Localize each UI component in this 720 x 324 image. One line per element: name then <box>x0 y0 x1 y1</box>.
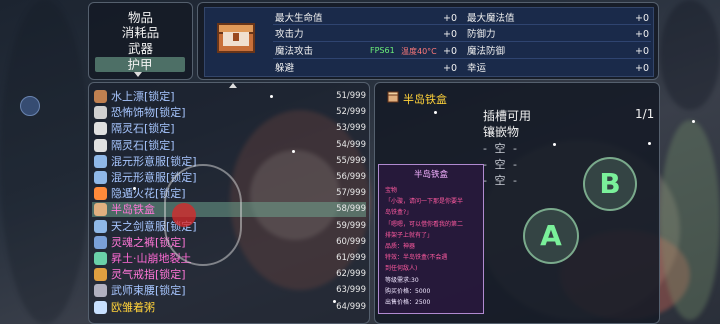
detail-title: 半岛铁盒 <box>387 91 447 107</box>
item-count: 59/999 <box>336 220 366 231</box>
tooltip-line: 特效：半岛铁盒(不会遇 <box>385 254 448 262</box>
sparkle <box>648 142 651 145</box>
robe-icon <box>94 219 107 233</box>
fps-counter: FPS61 <box>370 46 395 55</box>
spark-icon <box>94 187 107 201</box>
belt-icon <box>94 284 107 298</box>
item-row[interactable]: 混元形意服[锁定] 55/999 <box>92 154 366 169</box>
sparkle <box>553 143 556 146</box>
empty-slot-3[interactable]: - 空 - <box>483 172 519 188</box>
item-count: 63/999 <box>336 285 366 296</box>
item-row[interactable]: 恐怖饰物[锁定] 52/999 <box>92 105 366 120</box>
tooltip-title: 半岛铁盒 <box>413 170 448 180</box>
tooltip-line: 到任何敌人) <box>385 265 418 273</box>
item-name: 隔灵石[锁定] <box>111 138 175 152</box>
sparkle <box>270 95 273 98</box>
stone-icon <box>94 138 107 152</box>
slot-available-label: 插槽可用 <box>483 109 532 123</box>
item-name: 半岛铁盒 <box>111 203 155 217</box>
temperature-readout: 温度40°C <box>401 47 437 56</box>
category-armor[interactable]: 护甲 <box>95 57 185 72</box>
item-name: 恐怖饰物[锁定] <box>111 106 186 120</box>
stats-panel: 最大生命值 +0 最大魔法值 +0 攻击力 +0 防御力 +0 魔法攻击 +0 魔法防御 +… <box>197 2 659 80</box>
sparkle <box>434 111 437 114</box>
iron-box-icon <box>387 91 399 103</box>
item-row[interactable]: 灵气戒指[锁定] 62/999 <box>92 267 366 282</box>
item-name: 武师束腰[锁定] <box>111 284 186 298</box>
item-count: 61/999 <box>336 253 366 263</box>
stone-icon <box>94 122 107 136</box>
stat-max-mp: 最大魔法值 +0 <box>467 13 649 24</box>
tooltip-line: 品质：神器 <box>385 243 416 250</box>
category-menu: 物品 消耗品 武器 护甲 <box>88 2 193 80</box>
item-tooltip: 半岛铁盒 宝物「小璇，请问一下那是你要半 岛铁盒?」「嗯嗯，可以借你看我的第二 排架… <box>378 164 484 314</box>
inlay-label: 镶嵌物 <box>483 125 520 139</box>
menu-toggle-button[interactable] <box>20 96 40 116</box>
item-count: 54/999 <box>336 139 366 150</box>
scroll-up-icon[interactable] <box>229 83 237 88</box>
tooltip-line: 出售价格：2500 <box>385 299 431 306</box>
item-name: 欧雏着粥 <box>111 300 155 314</box>
category-consumables[interactable]: 消耗品 <box>89 25 192 40</box>
item-name: 混元形意服[锁定] <box>111 154 197 168</box>
tooltip-line: 岛铁盒?」 <box>385 209 413 217</box>
ring-icon <box>94 268 107 282</box>
dirt-icon <box>94 252 107 265</box>
stats-box: 最大生命值 +0 最大魔法值 +0 攻击力 +0 防御力 +0 魔法攻击 +0 魔法防御 +… <box>204 7 654 77</box>
tooltip-line: 排架子上就有了」 <box>385 231 434 239</box>
tooltip-line: 「嗯嗯，可以借你看我的第二 <box>385 220 464 228</box>
item-count: 55/999 <box>336 155 366 166</box>
category-items[interactable]: 物品 <box>89 10 192 25</box>
stat-evasion: 躲避 +0 <box>275 63 457 74</box>
scroll-down-icon[interactable] <box>134 72 142 77</box>
sparkle <box>133 187 136 190</box>
item-count: 51/999 <box>336 91 366 101</box>
sparkle <box>292 150 295 153</box>
stat-defense: 防御力 +0 <box>467 29 649 40</box>
tooltip-line: 「小璇，请问一下那是你要半 <box>385 198 464 206</box>
iron-box-icon <box>217 23 255 53</box>
box-icon <box>94 203 107 217</box>
item-row[interactable]: 隔灵石[锁定] 53/999 <box>92 121 366 136</box>
sparkle <box>692 120 695 123</box>
tooltip-line: 宝物 <box>385 187 398 194</box>
empty-slot-2[interactable]: - 空 - <box>483 156 519 172</box>
item-count: 53/999 <box>336 123 366 134</box>
empty-slot-1[interactable]: - 空 - <box>483 140 519 156</box>
tooltip-line: 购买价格：5000 <box>385 287 431 295</box>
stat-magic-defense: 魔法防御 +0 <box>467 46 649 57</box>
item-row[interactable]: 水上漂[锁定] 51/999 <box>92 89 366 104</box>
category-weapons[interactable]: 武器 <box>89 41 192 56</box>
tooltip-line: 等级需求:30 <box>385 276 419 284</box>
stat-luck: 幸运 +0 <box>467 63 649 74</box>
pants-icon <box>94 235 107 249</box>
item-name: 隔灵石[锁定] <box>111 122 175 136</box>
item-count: 58/999 <box>336 204 366 215</box>
stat-attack: 攻击力 +0 <box>275 29 457 40</box>
sparkle <box>333 300 336 303</box>
b-button[interactable]: B <box>583 157 637 211</box>
item-row[interactable]: 欧雏着粥 64/999 <box>92 300 366 315</box>
item-row[interactable]: 隔灵石[锁定] 54/999 <box>92 138 366 153</box>
feather-icon <box>94 300 107 314</box>
item-count: 60/999 <box>336 236 366 247</box>
slot-count: 1/1 <box>635 107 655 121</box>
stat-max-hp: 最大生命值 +0 <box>275 13 457 24</box>
item-row[interactable]: 武师束腰[锁定] 63/999 <box>92 283 366 298</box>
boot-icon <box>94 90 107 103</box>
item-count: 62/999 <box>336 269 366 280</box>
item-count: 57/999 <box>336 188 366 199</box>
robe-icon <box>94 154 107 168</box>
item-name: 水上漂[锁定] <box>111 90 175 103</box>
joystick-knob[interactable] <box>172 203 196 227</box>
mask-icon <box>94 106 107 120</box>
robe-icon <box>94 171 107 184</box>
item-count: 56/999 <box>336 172 366 182</box>
item-name: 灵气戒指[锁定] <box>111 268 186 282</box>
item-count: 52/999 <box>336 107 366 118</box>
item-count: 64/999 <box>336 301 366 312</box>
a-button[interactable]: A <box>523 208 579 264</box>
